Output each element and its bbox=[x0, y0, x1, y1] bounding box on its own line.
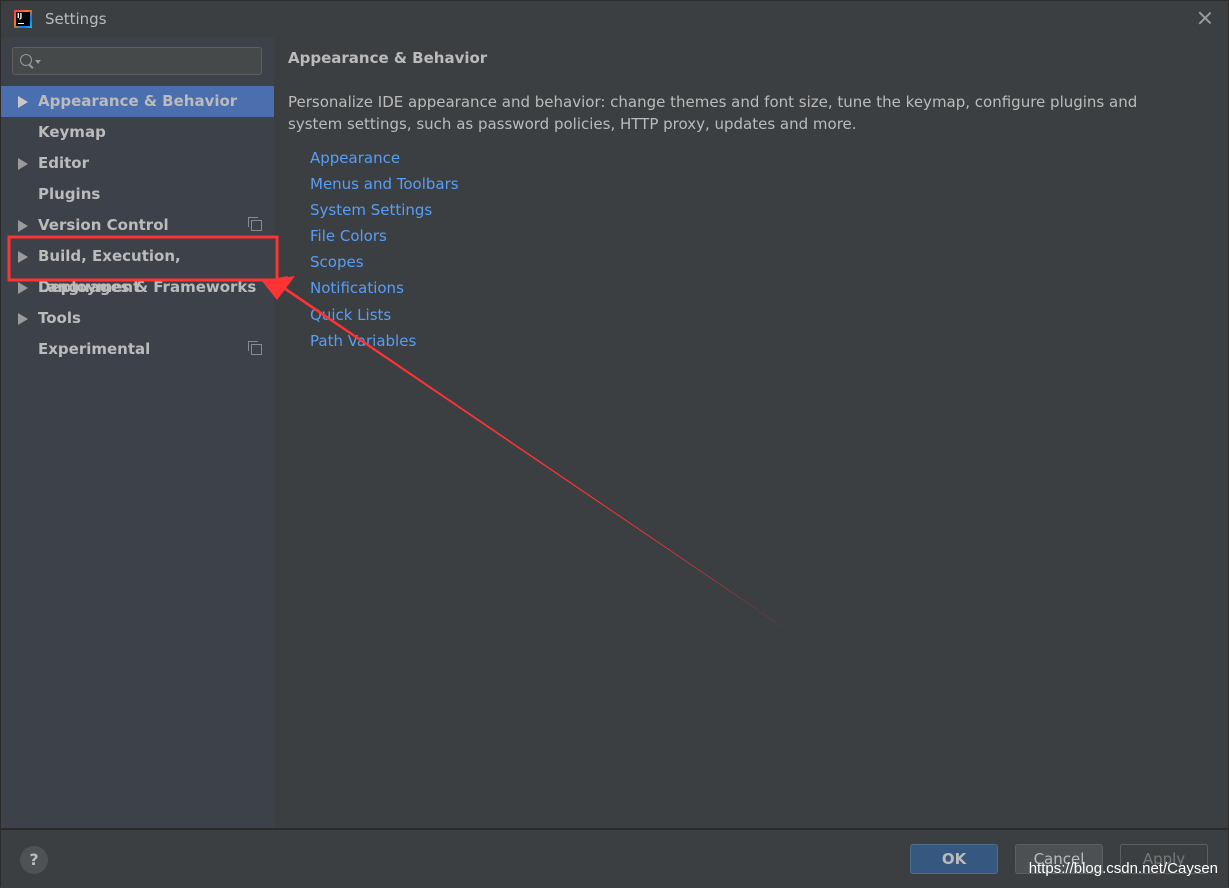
search-input[interactable] bbox=[43, 50, 257, 74]
sidebar-item-label: Appearance & Behavior bbox=[38, 92, 238, 110]
sidebar-item-languages-frameworks[interactable]: Languages & Frameworks bbox=[1, 272, 274, 303]
sidebar-item-label: Experimental bbox=[38, 340, 151, 358]
subpage-links: Appearance Menus and Toolbars System Set… bbox=[310, 147, 459, 356]
sidebar-item-label: Editor bbox=[38, 154, 89, 172]
search-icon[interactable] bbox=[20, 54, 32, 66]
close-icon[interactable] bbox=[1196, 9, 1214, 27]
sidebar-item-label: Tools bbox=[38, 309, 81, 327]
settings-content: Appearance & Behavior Personalize IDE ap… bbox=[274, 37, 1228, 828]
settings-tree: Appearance & Behavior Keymap Editor Plug… bbox=[1, 86, 274, 365]
sidebar-item-label: Version Control bbox=[38, 216, 169, 234]
link-quick-lists[interactable]: Quick Lists bbox=[310, 304, 459, 330]
expand-arrow-icon[interactable] bbox=[18, 282, 28, 294]
sidebar-item-keymap[interactable]: Keymap bbox=[1, 117, 274, 148]
sidebar-item-label: Plugins bbox=[38, 185, 101, 203]
expand-arrow-icon[interactable] bbox=[18, 220, 28, 232]
project-level-icon bbox=[248, 217, 262, 231]
title-bar: IJ Settings bbox=[1, 1, 1228, 37]
search-options-caret-icon[interactable] bbox=[35, 60, 41, 64]
intellij-idea-icon: IJ bbox=[14, 10, 32, 28]
link-file-colors[interactable]: File Colors bbox=[310, 225, 459, 251]
sidebar-item-build-execution-deployment[interactable]: Build, Execution, Deployment bbox=[1, 241, 274, 296]
link-scopes[interactable]: Scopes bbox=[310, 251, 459, 277]
sidebar-item-tools[interactable]: Tools bbox=[1, 303, 274, 334]
ok-button[interactable]: OK bbox=[910, 844, 998, 874]
link-system-settings[interactable]: System Settings bbox=[310, 199, 459, 225]
sidebar-item-label: Languages & Frameworks bbox=[38, 278, 257, 296]
watermark: https://blog.csdn.net/Caysen bbox=[1028, 860, 1218, 877]
expand-arrow-icon[interactable] bbox=[18, 313, 28, 325]
expand-arrow-icon[interactable] bbox=[18, 251, 28, 263]
help-button[interactable]: ? bbox=[20, 846, 48, 874]
sidebar-item-version-control[interactable]: Version Control bbox=[1, 210, 274, 241]
dialog-footer: ? OK Cancel Apply https://blog.csdn.net/… bbox=[1, 828, 1228, 888]
project-level-icon bbox=[248, 341, 262, 355]
sidebar-item-label: Keymap bbox=[38, 123, 106, 141]
page-title: Appearance & Behavior bbox=[288, 49, 488, 67]
expand-arrow-icon[interactable] bbox=[18, 96, 28, 108]
sidebar-item-experimental[interactable]: Experimental bbox=[1, 334, 274, 365]
sidebar-item-editor[interactable]: Editor bbox=[1, 148, 274, 179]
page-description: Personalize IDE appearance and behavior:… bbox=[288, 93, 1138, 133]
link-path-variables[interactable]: Path Variables bbox=[310, 330, 459, 356]
search-field[interactable] bbox=[12, 47, 262, 75]
link-notifications[interactable]: Notifications bbox=[310, 277, 459, 303]
sidebar-item-plugins[interactable]: Plugins bbox=[1, 179, 274, 210]
expand-arrow-icon[interactable] bbox=[18, 158, 28, 170]
window-title: Settings bbox=[45, 10, 107, 28]
settings-sidebar: Appearance & Behavior Keymap Editor Plug… bbox=[1, 37, 274, 828]
settings-dialog: IJ Settings Appearance & Behavior Keymap… bbox=[0, 0, 1229, 888]
sidebar-item-appearance-behavior[interactable]: Appearance & Behavior bbox=[1, 86, 274, 117]
link-menus-and-toolbars[interactable]: Menus and Toolbars bbox=[310, 173, 459, 199]
link-appearance[interactable]: Appearance bbox=[310, 147, 459, 173]
